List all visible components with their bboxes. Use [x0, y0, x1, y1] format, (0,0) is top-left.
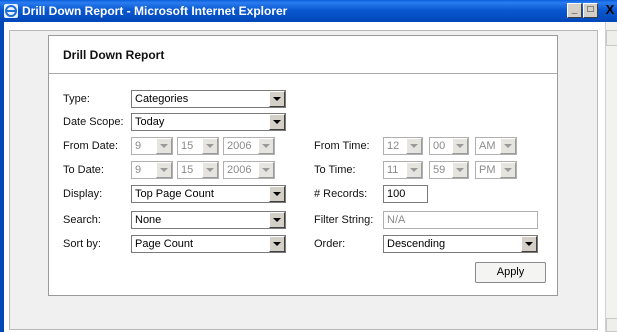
from-time-hour-value: 12	[387, 140, 400, 152]
report-header: Drill Down Report	[49, 36, 557, 74]
filter-string-input[interactable]: N/A	[383, 211, 538, 229]
sort-by-select[interactable]: Page Count	[131, 235, 286, 253]
date-scope-label: Date Scope:	[63, 116, 124, 128]
chevron-down-icon[interactable]	[269, 236, 285, 252]
chevron-down-icon[interactable]	[500, 162, 516, 178]
to-time-minute-value: 59	[433, 164, 446, 176]
display-label: Display:	[63, 188, 103, 200]
filter-string-label: Filter String:	[314, 214, 374, 226]
from-time-ampm-value: AM	[479, 140, 496, 152]
chevron-down-icon[interactable]	[269, 114, 285, 130]
to-date-day-value: 15	[181, 164, 194, 176]
from-date-day-value: 15	[181, 140, 194, 152]
date-scope-select[interactable]: Today	[131, 113, 286, 131]
chevron-down-icon[interactable]	[156, 162, 172, 178]
chevron-down-icon[interactable]	[269, 186, 285, 202]
to-time-hour-value: 11	[387, 164, 399, 176]
window-title-bar: Drill Down Report - Microsoft Internet E…	[0, 0, 617, 22]
chevron-down-icon[interactable]	[202, 162, 218, 178]
date-scope-value: Today	[135, 116, 165, 128]
sort-by-value: Page Count	[135, 238, 194, 250]
records-input[interactable]: 100	[383, 185, 428, 203]
from-date-year-value: 2006	[227, 140, 252, 152]
from-time-ampm-select[interactable]: AM	[475, 137, 517, 155]
internet-explorer-icon	[4, 4, 18, 18]
report-title: Drill Down Report	[63, 48, 165, 62]
to-time-hour-select[interactable]: 11	[383, 161, 423, 179]
sort-by-label: Sort by:	[63, 238, 101, 250]
to-time-ampm-select[interactable]: PM	[475, 161, 517, 179]
to-date-day-select[interactable]: 15	[177, 161, 219, 179]
chevron-down-icon[interactable]	[521, 236, 537, 252]
from-date-year-select[interactable]: 2006	[223, 137, 275, 155]
from-date-day-select[interactable]: 15	[177, 137, 219, 155]
scroll-down-button[interactable]	[606, 318, 617, 332]
from-time-label: From Time:	[314, 140, 370, 152]
scrollbar-thumb[interactable]	[606, 30, 617, 46]
maximize-button[interactable]: □	[583, 3, 598, 18]
from-time-minute-value: 00	[433, 140, 446, 152]
chevron-down-icon[interactable]	[406, 138, 422, 154]
window-frame-left	[0, 22, 4, 332]
type-label: Type:	[63, 93, 90, 105]
from-date-label: From Date:	[63, 140, 119, 152]
chevron-down-icon[interactable]	[258, 138, 274, 154]
chevron-down-icon[interactable]	[258, 162, 274, 178]
search-label: Search:	[63, 214, 101, 226]
to-date-month-value: 9	[135, 164, 142, 176]
to-date-year-select[interactable]: 2006	[223, 161, 275, 179]
chevron-down-icon[interactable]	[269, 212, 285, 228]
records-label: # Records:	[314, 188, 368, 200]
chevron-down-icon[interactable]	[202, 138, 218, 154]
apply-button[interactable]: Apply	[475, 262, 546, 283]
type-select[interactable]: Categories	[131, 90, 286, 108]
chevron-down-icon[interactable]	[156, 138, 172, 154]
to-date-month-select[interactable]: 9	[131, 161, 173, 179]
chevron-down-icon[interactable]	[500, 138, 516, 154]
to-date-year-value: 2006	[227, 164, 252, 176]
order-value: Descending	[387, 238, 446, 250]
chevron-down-icon[interactable]	[452, 162, 468, 178]
from-time-minute-select[interactable]: 00	[429, 137, 469, 155]
from-time-hour-select[interactable]: 12	[383, 137, 423, 155]
to-date-label: To Date:	[63, 164, 104, 176]
window-title: Drill Down Report - Microsoft Internet E…	[22, 4, 288, 18]
display-select[interactable]: Top Page Count	[131, 185, 286, 203]
search-value: None	[135, 214, 162, 226]
chevron-down-icon[interactable]	[269, 91, 285, 107]
type-select-value: Categories	[135, 93, 189, 105]
from-date-month-value: 9	[135, 140, 142, 152]
display-value: Top Page Count	[135, 188, 214, 200]
chevron-down-icon[interactable]	[452, 138, 468, 154]
from-date-month-select[interactable]: 9	[131, 137, 173, 155]
order-select[interactable]: Descending	[383, 235, 538, 253]
to-time-label: To Time:	[314, 164, 356, 176]
search-select[interactable]: None	[131, 211, 286, 229]
close-button[interactable]: X	[603, 3, 617, 18]
minimize-button[interactable]: _	[567, 3, 582, 18]
to-time-minute-select[interactable]: 59	[429, 161, 469, 179]
to-time-ampm-value: PM	[479, 164, 496, 176]
chevron-down-icon[interactable]	[406, 162, 422, 178]
vertical-scrollbar[interactable]	[605, 22, 617, 332]
order-label: Order:	[314, 238, 346, 250]
